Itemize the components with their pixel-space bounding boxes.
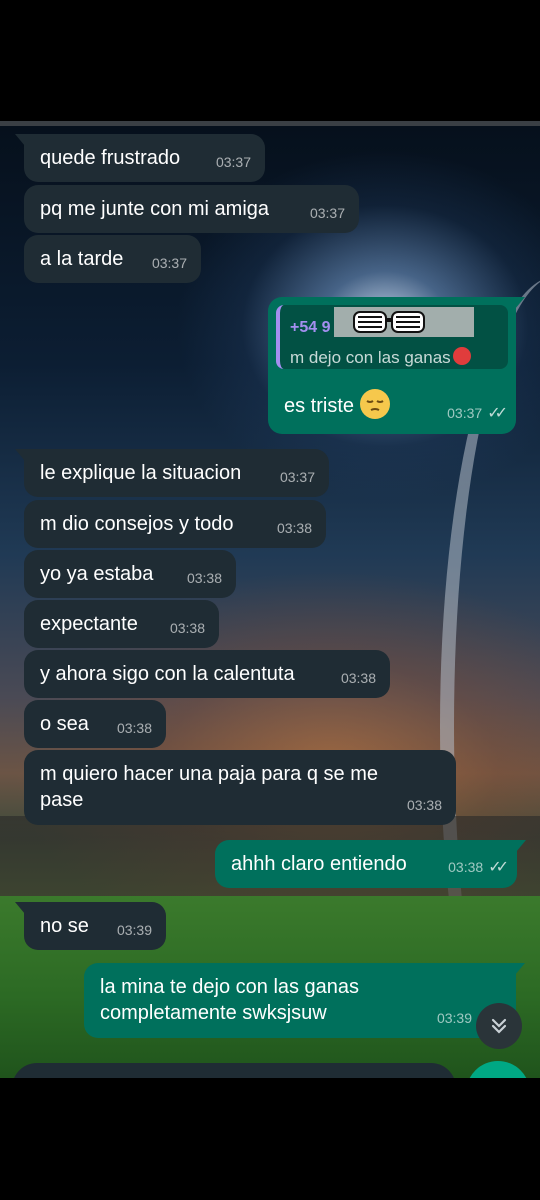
- message-bubble-incoming[interactable]: y ahora sigo con la calentuta 03:38: [24, 650, 390, 698]
- message-time: 03:39: [436, 1010, 472, 1026]
- message-text-row: es triste: [284, 389, 391, 419]
- quoted-message[interactable]: +54 9 m dejo con las ganas: [276, 305, 508, 369]
- message-text: yo ya estaba: [40, 563, 154, 585]
- message-text: a la tarde: [40, 248, 124, 270]
- message-text: no se: [40, 915, 89, 937]
- message-text: expectante: [40, 613, 138, 635]
- quoted-text: m dejo con las ganas: [290, 345, 498, 371]
- message-bubble-incoming[interactable]: m dio consejos y todo 03:38: [24, 500, 326, 548]
- message-time: 03:38: [169, 620, 205, 636]
- message-bubble-incoming[interactable]: m quiero hacer una paja para q se me pas…: [24, 750, 456, 825]
- read-receipt-icon: ✓✓: [488, 859, 509, 876]
- bottom-black-area: [0, 1078, 540, 1200]
- message-time: 03:37: [447, 405, 483, 421]
- message-time: 03:38: [116, 720, 152, 736]
- pensive-face-features: [366, 400, 384, 411]
- message-bubble-incoming[interactable]: o sea 03:38: [24, 700, 166, 748]
- message-time: 03:39: [116, 922, 152, 938]
- message-text: m dio consejos y todo: [40, 513, 234, 535]
- message-bubble-outgoing-reply[interactable]: +54 9 m dejo con las ganas es triste 03:…: [268, 297, 525, 434]
- message-text: y ahora sigo con la calentuta: [40, 663, 295, 685]
- message-time: 03:38: [186, 570, 222, 586]
- message-text: ahhh claro entiendo: [231, 853, 407, 875]
- message-time-row: 03:38 ✓✓: [448, 854, 509, 881]
- message-bubble-outgoing[interactable]: ahhh claro entiendo 03:38 ✓✓: [215, 840, 526, 888]
- message-bubble-outgoing[interactable]: la mina te dejo con las ganas completame…: [84, 963, 525, 1038]
- message-bubble-incoming[interactable]: a la tarde 03:37: [24, 235, 201, 283]
- pensive-face-emoji-icon: [360, 389, 391, 419]
- sunglasses-sticker-icon: [353, 311, 426, 333]
- message-text: la mina te dejo con las ganas completame…: [100, 976, 360, 1024]
- quoted-text-content: m dejo con las ganas: [290, 348, 451, 367]
- message-time: 03:37: [151, 255, 187, 271]
- message-bubble-incoming[interactable]: pq me junte con mi amiga 03:37: [24, 185, 359, 233]
- message-text: o sea: [40, 713, 89, 735]
- message-time: 03:38: [340, 670, 376, 686]
- message-text: quede frustrado: [40, 147, 181, 169]
- message-time: 03:37: [215, 154, 251, 170]
- message-time: 03:38: [448, 859, 484, 875]
- message-bubble-incoming[interactable]: quede frustrado 03:37: [15, 134, 265, 182]
- message-text: pq me junte con mi amiga: [40, 198, 270, 220]
- double-chevron-down-icon: [491, 1018, 507, 1034]
- message-time: 03:38: [406, 797, 442, 813]
- quoted-sender-number: +54 9: [290, 319, 331, 336]
- read-receipt-icon: ✓✓: [487, 405, 508, 422]
- message-time: 03:37: [309, 205, 345, 221]
- message-time: 03:38: [276, 520, 312, 536]
- message-bubble-incoming[interactable]: expectante 03:38: [24, 600, 219, 648]
- angry-face-emoji-icon: [452, 347, 471, 365]
- message-bubble-incoming[interactable]: le explique la situacion 03:37: [15, 449, 329, 497]
- quoted-sender: +54 9: [290, 307, 498, 343]
- scroll-to-bottom-button[interactable]: [476, 1003, 522, 1049]
- message-time: 03:37: [279, 469, 315, 485]
- message-text: le explique la situacion: [40, 462, 242, 484]
- redaction-block: [334, 307, 475, 337]
- message-bubble-incoming[interactable]: yo ya estaba 03:38: [24, 550, 236, 598]
- message-time-row: 03:37 ✓✓: [447, 400, 508, 427]
- message-bubble-incoming[interactable]: no se 03:39: [15, 902, 166, 950]
- message-text: es triste: [284, 395, 355, 417]
- message-text: m quiero hacer una paja para q se me pas…: [40, 763, 378, 811]
